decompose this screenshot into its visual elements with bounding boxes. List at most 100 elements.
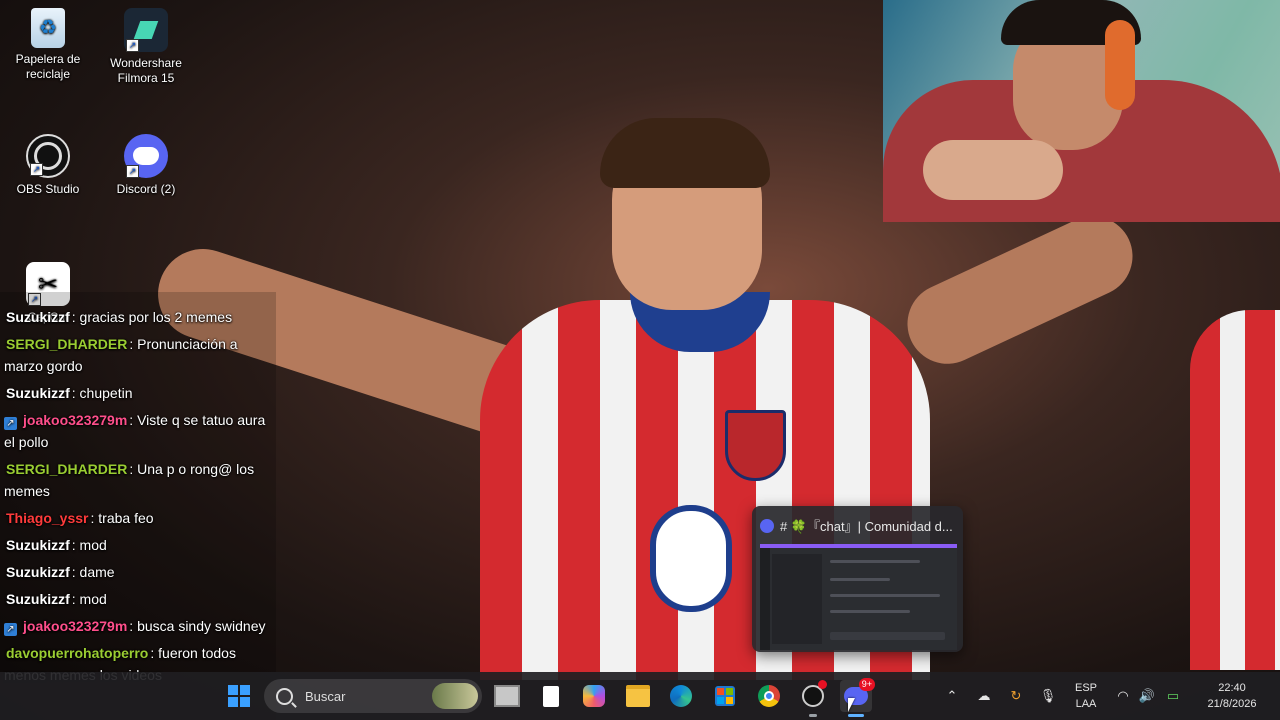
microsoft-store-icon [715, 686, 735, 706]
chat-username: Suzukizzf [6, 564, 70, 580]
chat-message: SERGI_DHARDER: Una p o rong@ los memes [0, 456, 276, 505]
chevron-up-icon: ⌃ [946, 688, 958, 703]
chat-username: joakoo323279m [23, 618, 128, 634]
desktop-icon-filmora[interactable]: ↗ Wondershare Filmora 15 [100, 8, 192, 86]
desktop-icon-label: Wondershare Filmora 15 [110, 56, 182, 85]
desktop-icon-obs[interactable]: ↗ OBS Studio [2, 134, 94, 197]
chat-badge-icon: ↗ [4, 417, 17, 430]
chat-message: SERGI_DHARDER: Pronunciación a marzo gor… [0, 331, 276, 380]
start-button[interactable] [223, 680, 255, 712]
microsoft-365-icon [583, 685, 605, 707]
wallpaper-crest [725, 410, 786, 481]
network-button[interactable]: ◠ [1113, 672, 1133, 720]
stream-chat-overlay: Suzukizzf: gracias por los 2 memes SERGI_… [0, 292, 276, 720]
desktop-icon-label: OBS Studio [16, 182, 80, 196]
preview-line [830, 560, 920, 563]
obs-icon: ↗ [26, 134, 70, 178]
recording-indicator [818, 680, 827, 689]
taskbar: Buscar 9+ ⌃ ☁ ↻ 🎙 ESP LAA ◠ 🔊 ▭ 22:40 21… [0, 672, 1280, 720]
shortcut-arrow-icon: ↗ [126, 165, 139, 178]
taskbar-chrome[interactable] [753, 680, 785, 712]
taskbar-store[interactable] [709, 680, 741, 712]
wallpaper-right-player [1190, 310, 1280, 670]
update-button[interactable]: ↻ [1006, 672, 1026, 720]
chat-username: Suzukizzf [6, 537, 70, 553]
chat-username: joakoo323279m [23, 412, 128, 428]
wallpaper-hair [600, 118, 770, 188]
volume-icon: 🔊 [1138, 688, 1156, 703]
language-code: ESP [1074, 682, 1097, 694]
search-highlight-image [432, 683, 478, 709]
chrome-icon [758, 685, 780, 707]
wallpaper-sponsor-logo [650, 505, 732, 612]
chat-message: Suzukizzf: mod [0, 532, 276, 559]
wallpaper-arm-right [894, 203, 1146, 377]
discord-icon [760, 518, 774, 533]
desktop-icon-recycle-bin[interactable]: Papelera de reciclaje [2, 8, 94, 82]
microphone-button[interactable]: 🎙 [1038, 672, 1058, 720]
battery-button[interactable]: ▭ [1162, 672, 1184, 720]
chat-message: Suzukizzf: dame [0, 559, 276, 586]
chat-partial-message [0, 292, 276, 304]
taskbar-file-explorer[interactable] [622, 680, 654, 712]
chat-username: Thiago_yssr [6, 510, 89, 526]
desktop-icon-label: Papelera de reciclaje [15, 52, 81, 81]
task-view-icon [494, 685, 520, 707]
thumbnail-title: # 🍀『chat』| Comunidad d... [760, 516, 956, 535]
preview-line [830, 594, 940, 597]
clock-date: 21/8/2026 [1207, 698, 1257, 710]
chat-message: ↗ joakoo323279m: busca sindy swidney [0, 613, 276, 640]
onedrive-icon: ☁ [977, 688, 991, 703]
mouse-cursor [848, 698, 855, 712]
volume-button[interactable]: 🔊 [1137, 672, 1157, 720]
taskbar-m365[interactable] [578, 680, 610, 712]
keyboard-layout: LAA [1075, 698, 1097, 710]
desktop-icon-discord[interactable]: ↗ Discord (2) [100, 134, 192, 197]
chat-message: Suzukizzf: mod [0, 586, 276, 613]
chat-text: : gracias por los 2 memes [71, 309, 233, 325]
preview-line [830, 578, 890, 581]
chat-text: : chupetin [71, 385, 133, 401]
preview-channel-list [772, 554, 822, 644]
notepad-icon [543, 685, 559, 707]
webcam-overlay [883, 0, 1280, 222]
thumbnail-window-preview [760, 544, 957, 650]
chat-message: Suzukizzf: chupetin [0, 380, 276, 407]
notification-badge: 9+ [858, 678, 875, 691]
windows-start-icon [228, 685, 250, 707]
system-clock[interactable]: 22:40 21/8/2026 [1196, 680, 1268, 712]
onedrive-button[interactable]: ☁ [974, 672, 994, 720]
active-indicator [848, 714, 864, 717]
show-hidden-icons-button[interactable]: ⌃ [942, 672, 962, 720]
taskbar-edge[interactable] [665, 680, 697, 712]
chat-message: Thiago_yssr: traba feo [0, 505, 276, 532]
preview-line [830, 610, 910, 613]
chat-username: Suzukizzf [6, 309, 70, 325]
chat-text: : mod [71, 591, 107, 607]
taskbar-thumbnail-preview[interactable]: # 🍀『chat』| Comunidad d... [752, 506, 963, 652]
shortcut-arrow-icon: ↗ [126, 39, 139, 52]
battery-icon: ▭ [1166, 688, 1180, 703]
task-view-button[interactable] [491, 680, 523, 712]
microphone-icon: 🎙 [1039, 688, 1057, 703]
chat-message: ↗ joakoo323279m: Viste q se tatuo aura el… [0, 407, 276, 456]
chat-username: Suzukizzf [6, 385, 70, 401]
wifi-icon: ◠ [1117, 688, 1129, 703]
chat-badge-icon: ↗ [4, 623, 17, 636]
taskbar-discord[interactable]: 9+ [840, 678, 875, 717]
chat-text: : mod [71, 537, 107, 553]
input-language[interactable]: ESP LAA [1068, 680, 1104, 712]
search-icon [276, 687, 293, 705]
file-explorer-icon [626, 685, 650, 707]
filmora-icon: ↗ [124, 8, 168, 52]
running-indicator [809, 714, 817, 717]
search-placeholder: Buscar [305, 688, 346, 704]
refresh-icon: ↻ [1010, 688, 1022, 703]
desktop-icon-label: Discord (2) [116, 182, 176, 196]
edge-icon [670, 685, 692, 707]
taskbar-search-box[interactable]: Buscar [264, 679, 482, 713]
chat-username: SERGI_DHARDER [6, 336, 128, 352]
taskbar-notepad[interactable] [535, 680, 567, 712]
taskbar-obs[interactable] [797, 680, 829, 717]
chat-username: SERGI_DHARDER [6, 461, 128, 477]
